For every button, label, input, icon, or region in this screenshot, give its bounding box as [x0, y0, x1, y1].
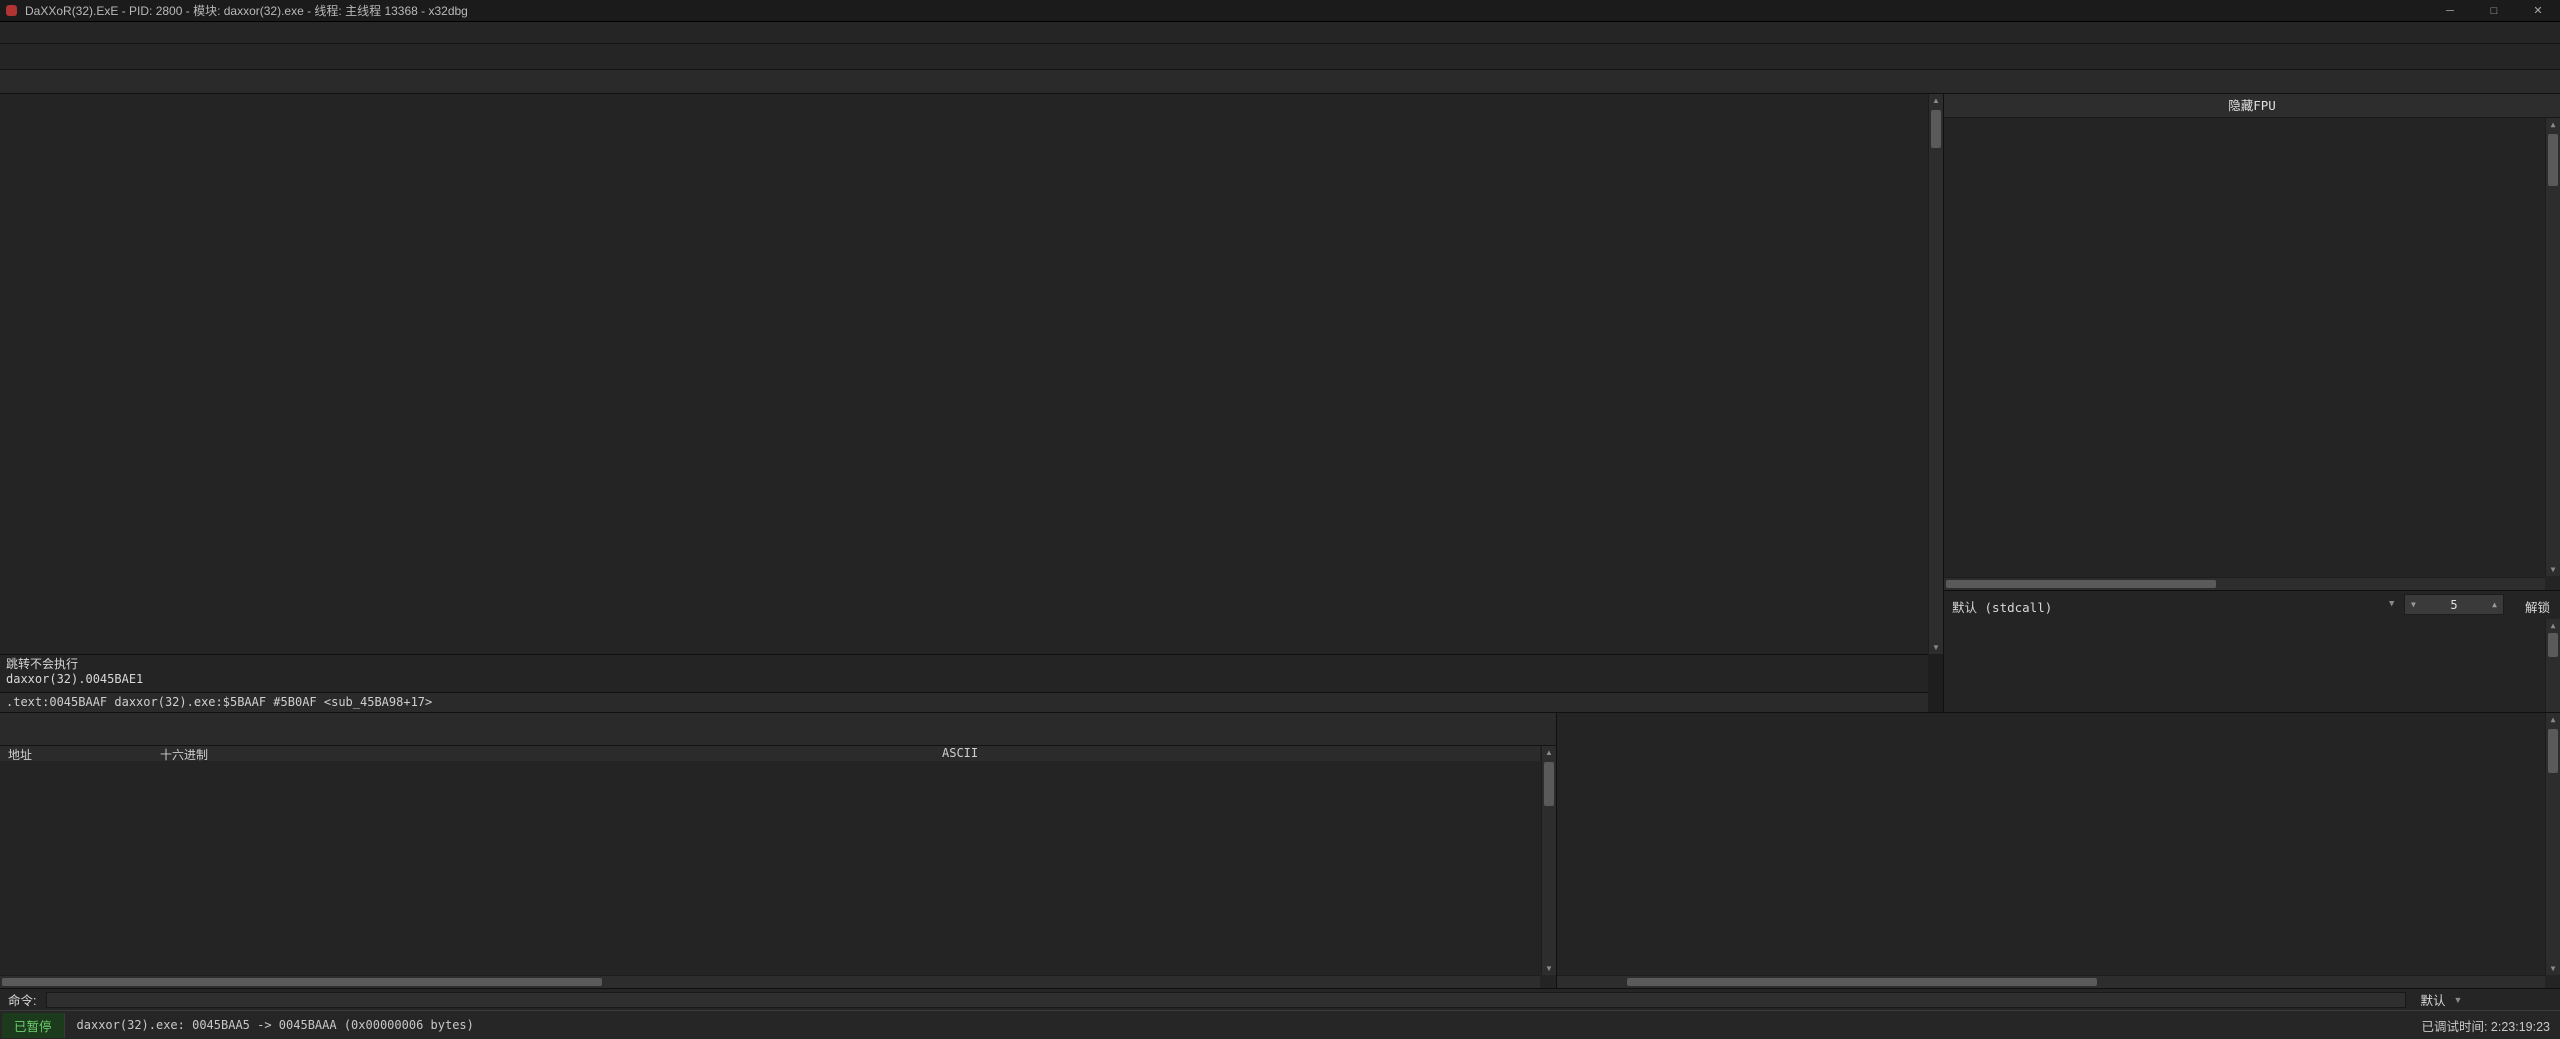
main-tabbar — [0, 70, 2560, 94]
address-strip: .text:0045BAAF daxxor(32).exe:$5BAAF #5B… — [0, 692, 1928, 712]
titlebar: DaXXoR(32).ExE - PID: 2800 - 模块: daxxor(… — [0, 0, 2560, 22]
command-bar: 命令: 默认 ▼ — [0, 988, 2560, 1010]
close-button[interactable]: ✕ — [2516, 0, 2560, 22]
dump-hscrollbar[interactable] — [0, 975, 1540, 988]
chevron-down-icon[interactable]: ▼ — [2454, 995, 2463, 1005]
col-ascii: ASCII — [942, 746, 978, 760]
dump-header: 地址 十六进制 ASCII — [0, 746, 1540, 761]
scroll-down-icon: ▼ — [1929, 643, 1943, 652]
spinner-up-icon[interactable]: ▲ — [2492, 600, 2497, 609]
jump-hint: 跳转不会执行 — [6, 657, 1922, 672]
scroll-thumb[interactable] — [2548, 729, 2558, 773]
menubar — [0, 22, 2560, 44]
scroll-up-icon: ▲ — [2546, 621, 2560, 630]
scroll-up-icon: ▲ — [2546, 120, 2560, 129]
command-profile-select[interactable]: 默认 — [2420, 990, 2445, 1009]
chevron-down-icon[interactable]: ▼ — [2389, 599, 2394, 609]
disasm-vscrollbar[interactable]: ▲ ▼ — [1928, 94, 1943, 654]
jump-target: daxxor(32).0045BAE1 — [6, 672, 1922, 687]
scroll-thumb[interactable] — [2, 978, 602, 986]
arguments-pane[interactable]: 默认 (stdcall) ▼ ▼ 5 ▲ 解锁 ▲ — [1943, 590, 2560, 712]
calling-convention-select[interactable]: 默认 (stdcall) — [1952, 597, 2052, 616]
debug-time: 已调试时间: 2:23:19:23 — [2421, 1016, 2550, 1035]
stack-vscrollbar[interactable]: ▲ ▼ — [2545, 713, 2560, 975]
x32dbg-window: DaXXoR(32).ExE - PID: 2800 - 模块: daxxor(… — [0, 0, 2560, 1039]
maximize-button[interactable]: □ — [2472, 0, 2516, 22]
scroll-up-icon: ▲ — [2546, 715, 2560, 724]
status-message: daxxor(32).exe: 0045BAA5 -> 0045BAAA (0x… — [77, 1018, 474, 1032]
status-bar: 已暂停 daxxor(32).exe: 0045BAA5 -> 0045BAAA… — [0, 1010, 2560, 1039]
scroll-up-icon: ▲ — [1929, 96, 1943, 105]
dump-vscrollbar[interactable]: ▲ ▼ — [1541, 746, 1556, 975]
col-address: 地址 — [8, 746, 32, 763]
dump-tabbar — [0, 713, 1556, 746]
scroll-thumb[interactable] — [1931, 110, 1941, 148]
command-label: 命令: — [8, 990, 36, 1009]
stack-hscrollbar[interactable] — [1557, 975, 2545, 988]
info-box: 跳转不会执行 daxxor(32).0045BAE1 — [0, 654, 1928, 692]
scroll-down-icon: ▼ — [2546, 964, 2560, 973]
spinner-down-icon[interactable]: ▼ — [2411, 600, 2416, 609]
col-hex: 十六进制 — [160, 746, 208, 763]
stack-pane[interactable]: ▲ ▼ — [1556, 712, 2560, 988]
debug-state-badge: 已暂停 — [2, 1013, 65, 1038]
app-bug-icon — [6, 5, 17, 16]
args-vscrollbar[interactable]: ▲ — [2545, 619, 2560, 712]
dump-pane[interactable]: 地址 十六进制 ASCII ▲ ▼ — [0, 712, 1556, 988]
scroll-up-icon: ▲ — [1542, 748, 1556, 757]
scroll-thumb[interactable] — [1627, 978, 2097, 986]
toolbar — [0, 44, 2560, 70]
arguments-header: 默认 (stdcall) ▼ ▼ 5 ▲ 解锁 — [1944, 591, 2560, 619]
scroll-down-icon: ▼ — [2546, 565, 2560, 574]
scroll-thumb[interactable] — [2548, 134, 2558, 186]
scroll-down-icon: ▼ — [1542, 964, 1556, 973]
unlock-button[interactable]: 解锁 — [2525, 597, 2550, 616]
regs-hscrollbar[interactable] — [1944, 577, 2545, 590]
window-controls: ─ □ ✕ — [2428, 0, 2560, 22]
arg-count-value: 5 — [2450, 598, 2457, 612]
disassembly-pane[interactable] — [0, 94, 1928, 654]
scroll-thumb[interactable] — [1946, 580, 2216, 588]
regs-vscrollbar[interactable]: ▲ ▼ — [2545, 118, 2560, 576]
scroll-thumb[interactable] — [2548, 633, 2558, 657]
window-title: DaXXoR(32).ExE - PID: 2800 - 模块: daxxor(… — [25, 2, 468, 19]
scroll-thumb[interactable] — [1544, 762, 1554, 806]
registers-pane[interactable]: 隐藏FPU ▲ ▼ — [1943, 94, 2560, 590]
arg-count-spinner[interactable]: ▼ 5 ▲ — [2404, 594, 2504, 615]
command-input[interactable] — [46, 992, 2406, 1008]
minimize-button[interactable]: ─ — [2428, 0, 2472, 22]
hide-fpu-button[interactable]: 隐藏FPU — [1944, 94, 2560, 118]
